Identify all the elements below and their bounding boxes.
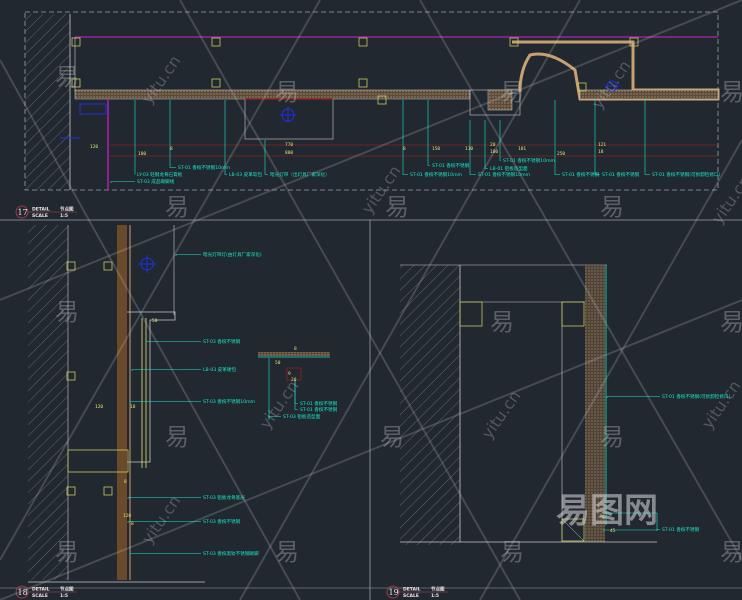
watermark-char: 易 — [385, 193, 409, 221]
detail-number: 17 — [18, 208, 28, 217]
leader-line — [169, 100, 176, 168]
material-callout: ST-01 香槟不锈钢(可拆卸检修口) — [652, 171, 721, 178]
dimension-label: 120 — [95, 404, 103, 410]
detail-17-annotations: LY-03 轻钢龙骨石膏板ST-03 成品踢脚线 ST-01 香槟不锈钢10mm L… — [110, 100, 721, 185]
dimension-label: 181 — [518, 146, 526, 152]
cad-drawing-canvas[interactable]: LY-03 轻钢龙骨石膏板ST-03 成品踢脚线 ST-01 香槟不锈钢10mm L… — [0, 0, 742, 600]
watermark-char: 易 — [600, 193, 624, 221]
watermark-char: 易 — [380, 423, 404, 451]
detail-17-title-block: 17 DETAIL 节点图 SCALE 1:5 — [15, 206, 77, 219]
watermark-site: yitu.cn — [256, 377, 303, 432]
watermark-char: 易 — [275, 538, 299, 566]
detail-scale: 1:5 — [60, 213, 68, 219]
dimension-label: 20 — [490, 142, 496, 148]
watermark-char: 易 — [55, 298, 79, 326]
material-callout: ST-01 香槟不锈钢 — [300, 400, 338, 407]
watermark-char: 易 — [55, 538, 79, 566]
material-callout: LB-03 皮革软包 — [229, 171, 262, 178]
dimension-label: 8 — [294, 346, 297, 352]
dimension-label: 8 — [170, 146, 173, 152]
dimension-label: 8 — [124, 479, 127, 485]
detail-scale: 1:5 — [60, 593, 68, 599]
detail-scale-label: SCALE — [403, 593, 419, 599]
watermark-char: 易 — [720, 308, 742, 336]
material-callout: ST-01 香槟不锈钢 — [300, 406, 338, 413]
watermark-site: yitu.cn — [478, 387, 525, 442]
leader-line — [175, 254, 201, 256]
dimension-label: 9 — [288, 371, 291, 377]
watermark-char: 易 — [600, 423, 624, 451]
dimension-label: 150 — [432, 146, 440, 152]
leader-line — [594, 100, 600, 175]
watermark-brand: 易图网 — [556, 491, 658, 531]
dimension-label: 110 — [465, 146, 473, 152]
watermark-site: yitu.cn — [588, 57, 635, 112]
dimension-label: 50 — [275, 360, 281, 366]
dimension-label: 18 — [598, 149, 604, 155]
dimension-label: 8 — [403, 146, 406, 152]
material-callout: ST-03 成品踢脚线 — [137, 178, 175, 185]
detail-19-title-block: 19 DETAIL 节点图 SCALE 1:5 — [386, 586, 448, 599]
watermark-char: 易 — [165, 423, 189, 451]
dimension-label: 120 — [90, 144, 98, 150]
material-callout: ST-01 香槟不锈钢 — [662, 526, 700, 533]
dimension-label: 120 — [123, 513, 131, 519]
leader-line — [554, 100, 560, 175]
dimension-label: 250 — [557, 151, 565, 157]
watermark-char: 易 — [500, 78, 524, 106]
watermark-char: 易 — [720, 78, 742, 106]
material-callout: ST-03 香槟不锈钢 — [203, 518, 241, 525]
watermark-char: 易 — [165, 193, 189, 221]
material-callout: ST-03 香槟黑钛不锈钢踢脚 — [203, 550, 259, 557]
material-callout: ST-03 铝板造型面 — [283, 413, 321, 420]
detail-number: 19 — [389, 588, 399, 597]
watermark-char: 易 — [490, 308, 514, 336]
dimension-label: 800 — [285, 150, 293, 156]
dimension-label: 770 — [285, 142, 293, 148]
detail-title: 节点图 — [431, 586, 445, 593]
dimension-label: 18 — [130, 404, 136, 410]
material-callout: ST-01 香槟不锈钢 — [432, 162, 470, 169]
leader-line — [145, 341, 201, 343]
material-callout: ST-01 香槟不锈钢 — [562, 171, 600, 178]
watermark-char: 易 — [500, 538, 524, 566]
detail-scale-label: SCALE — [32, 593, 48, 599]
dimension-label: 121 — [598, 142, 606, 148]
leader-line — [110, 181, 135, 183]
material-callout: ST-01 香槟不锈钢 — [602, 171, 640, 178]
detail-title-label: DETAIL — [32, 587, 50, 593]
material-callout: ST-03 铝板龙骨基层 — [203, 494, 245, 501]
detail-scale: 1:5 — [431, 593, 439, 599]
leader-line — [644, 100, 650, 175]
material-callout: ST-01 香槟不锈钢10mm — [410, 171, 463, 178]
material-callout: ST-03 香槟不锈钢10mm — [203, 398, 256, 405]
material-callout: ST-03 香槟不锈钢 — [203, 338, 241, 345]
dimension-label: 50 — [152, 318, 158, 324]
material-callout: LY-03 轻钢龙骨石膏板 — [137, 171, 183, 178]
detail-title: 节点图 — [60, 206, 74, 213]
detail-17-drawing — [24, 11, 720, 191]
detail-title-label: DETAIL — [403, 587, 421, 593]
leader-line — [427, 100, 430, 166]
detail-title: 节点图 — [60, 586, 74, 593]
watermark-char: 易 — [55, 63, 79, 91]
material-callout: LB-03 皮革硬包 — [203, 366, 236, 373]
detail-scale-label: SCALE — [32, 213, 48, 219]
watermark-site: yitu.cn — [708, 172, 742, 227]
watermark-char: 易 — [720, 538, 742, 566]
dimension-label: 100 — [138, 151, 146, 157]
leader-line — [129, 553, 201, 555]
material-callout: LB-01 铝板造型面 — [490, 165, 528, 172]
material-callout: 暗光灯带灯(由灯具厂家深化) — [203, 251, 262, 258]
detail-17-dimensions: 120100877080081501102018018125012118 — [90, 142, 606, 157]
watermark-site: yitu.cn — [138, 492, 185, 547]
leader-line — [606, 396, 660, 398]
watermark-site: yitu.cn — [698, 377, 742, 432]
dimension-label: 8 — [131, 521, 134, 527]
watermark-char: 易 — [275, 78, 299, 106]
detail-title-label: DETAIL — [32, 207, 50, 213]
detail-18-title-block: 18 DETAIL 节点图SCALE 1:5 — [15, 586, 77, 599]
